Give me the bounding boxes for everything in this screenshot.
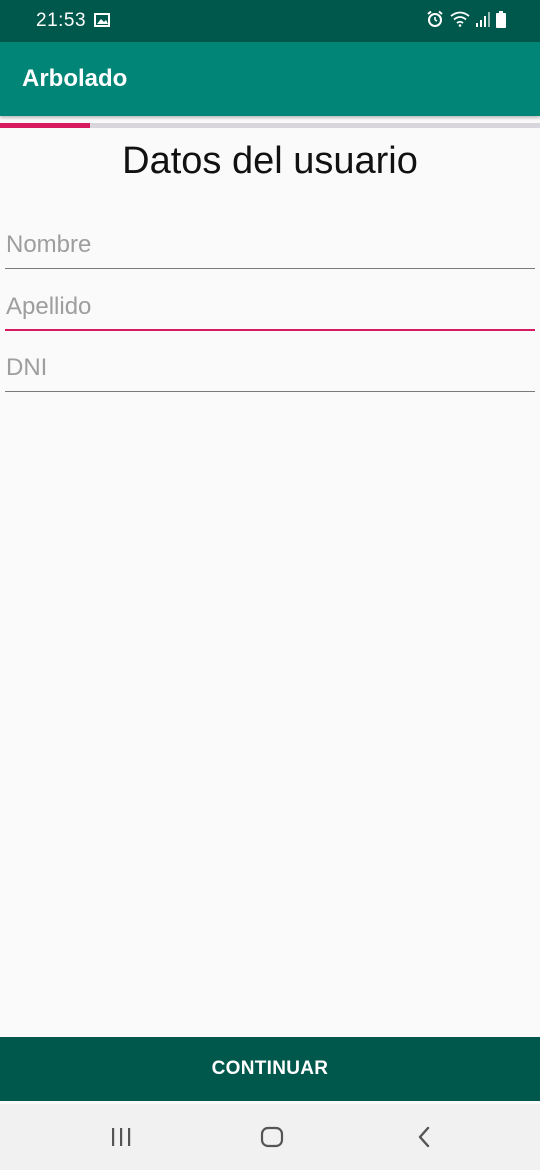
nombre-input[interactable] bbox=[5, 225, 535, 265]
navigation-bar bbox=[0, 1104, 540, 1170]
alarm-icon bbox=[426, 10, 444, 33]
progress-bar bbox=[0, 123, 540, 128]
continue-button[interactable]: CONTINUAR bbox=[0, 1037, 540, 1101]
app-title: Arbolado bbox=[22, 65, 128, 92]
page-title: Datos del usuario bbox=[122, 140, 418, 182]
apellido-field[interactable] bbox=[5, 287, 535, 331]
progress-fill bbox=[0, 123, 91, 128]
app-bar: Arbolado bbox=[0, 42, 540, 116]
status-bar: 21:53 bbox=[0, 0, 540, 42]
gallery-icon bbox=[94, 13, 110, 32]
nombre-underline bbox=[5, 268, 535, 269]
recent-apps-icon[interactable] bbox=[101, 1122, 141, 1152]
nombre-field[interactable] bbox=[5, 225, 535, 269]
dni-underline bbox=[5, 391, 535, 392]
back-icon[interactable] bbox=[404, 1122, 444, 1152]
status-icons bbox=[426, 10, 506, 33]
home-icon[interactable] bbox=[252, 1122, 292, 1152]
apellido-underline bbox=[5, 329, 535, 331]
status-time: 21:53 bbox=[36, 10, 87, 31]
signal-icon bbox=[476, 11, 490, 32]
dni-field[interactable] bbox=[5, 348, 535, 392]
apellido-input[interactable] bbox=[5, 287, 535, 327]
dni-input[interactable] bbox=[5, 348, 535, 388]
wifi-icon bbox=[450, 11, 470, 32]
battery-icon bbox=[496, 10, 506, 33]
